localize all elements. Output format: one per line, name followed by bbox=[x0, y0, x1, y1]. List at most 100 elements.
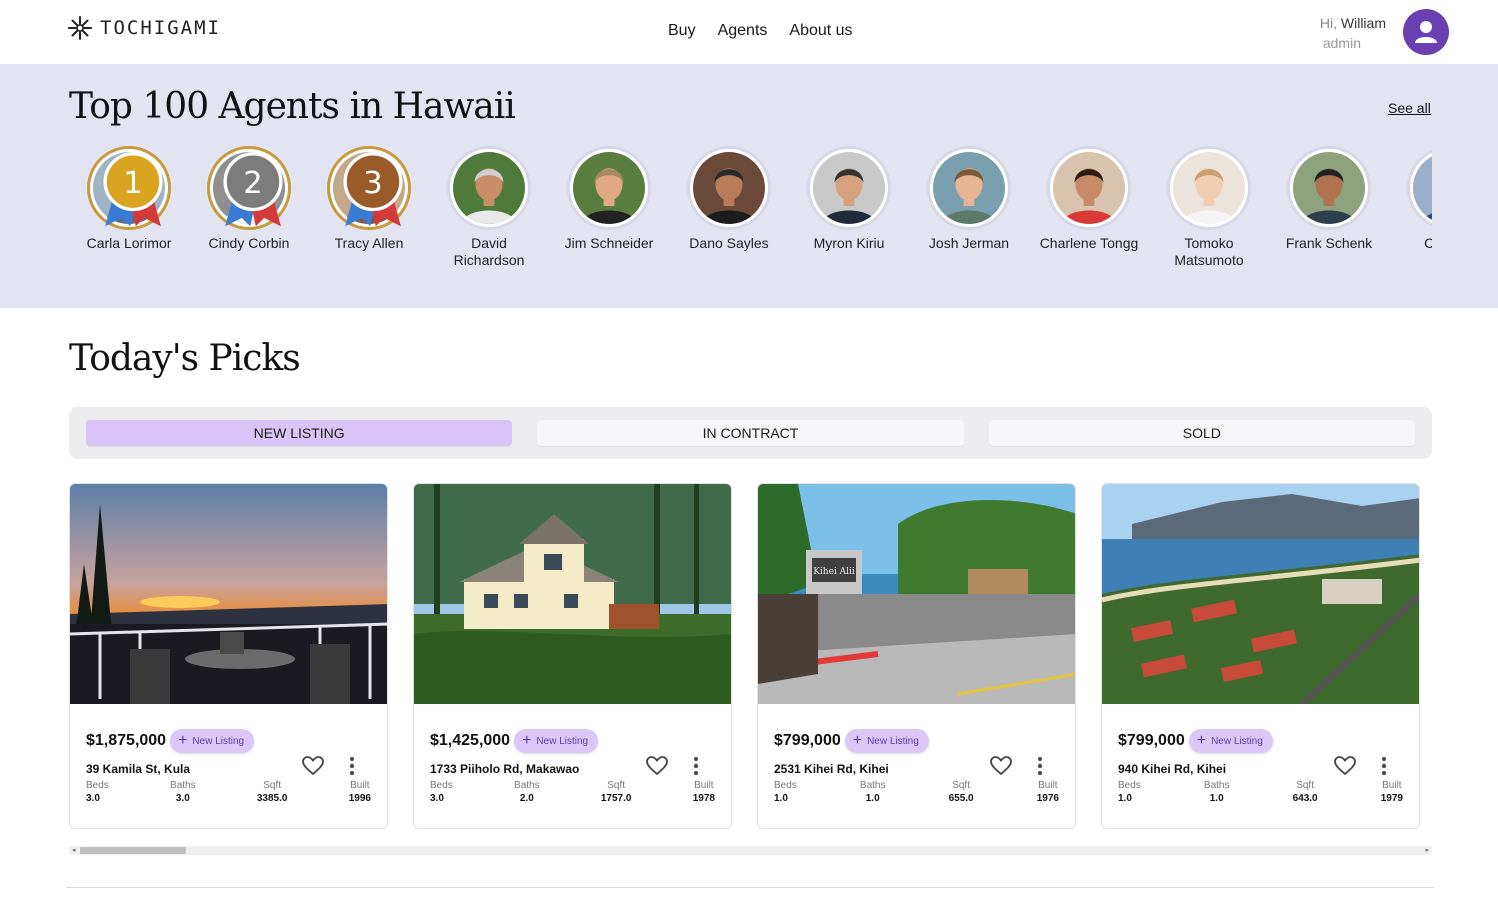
agent-photo bbox=[1287, 146, 1371, 230]
listing-photo[interactable] bbox=[414, 484, 732, 704]
listing-address: 940 Kihei Rd, Kihei bbox=[1118, 762, 1227, 776]
agent-portrait-icon bbox=[453, 152, 525, 224]
new-listing-badge: + New Listing bbox=[844, 729, 929, 753]
agent-photo bbox=[1047, 146, 1131, 230]
more-options-icon[interactable] bbox=[1033, 754, 1047, 778]
more-options-icon[interactable] bbox=[689, 754, 703, 778]
beds-stat: Beds 1.0 bbox=[1118, 780, 1141, 804]
listing-photo[interactable] bbox=[1102, 484, 1420, 704]
svg-text:Kihei Alii: Kihei Alii bbox=[813, 567, 855, 577]
tab-in-contract[interactable]: IN CONTRACT bbox=[537, 420, 964, 446]
agent-portrait-icon bbox=[1173, 152, 1245, 224]
agent-portrait-icon bbox=[933, 152, 1005, 224]
user-greeting: Hi, William bbox=[1319, 15, 1386, 31]
plus-icon: + bbox=[1196, 732, 1207, 749]
agent-card[interactable]: Tomoko Matsumoto bbox=[1149, 146, 1269, 276]
nav-about-us[interactable]: About us bbox=[789, 22, 852, 40]
agent-portrait-icon bbox=[693, 152, 765, 224]
user-avatar-button[interactable] bbox=[1403, 9, 1449, 55]
tab-new-listing[interactable]: NEW LISTING bbox=[86, 420, 513, 446]
built-stat: Built 1978 bbox=[692, 780, 715, 804]
built-stat: Built 1979 bbox=[1380, 780, 1403, 804]
listing-stats: Beds 3.0 Baths 2.0 Sqft 1757.0 Built 1978 bbox=[430, 780, 715, 804]
agent-name: Frank Schenk bbox=[1285, 235, 1373, 251]
see-all-link[interactable]: See all bbox=[1388, 100, 1431, 116]
more-options-icon[interactable] bbox=[345, 754, 359, 778]
listing-stats: Beds 3.0 Baths 3.0 Sqft 3385.0 Built 1996 bbox=[86, 780, 371, 804]
beds-stat: Beds 1.0 bbox=[774, 780, 797, 804]
horizontal-scrollbar[interactable]: ◂ ▸ bbox=[69, 846, 1432, 855]
listing-cards: $1,875,000 + New Listing 39 Kamila St, Ku… bbox=[69, 483, 1432, 829]
agent-photo: 2 bbox=[207, 146, 291, 230]
listing-card[interactable]: $1,425,000 + New Listing 1733 Piiholo Rd,… bbox=[413, 483, 732, 829]
agent-name: Tomoko Matsumoto bbox=[1174, 235, 1244, 268]
agent-portrait-icon bbox=[1413, 152, 1432, 224]
todays-picks-title: Today's Picks bbox=[69, 338, 301, 379]
svg-text:2: 2 bbox=[243, 166, 263, 201]
favorite-heart-icon[interactable] bbox=[301, 754, 325, 778]
agent-card[interactable]: Dano Sayles bbox=[669, 146, 789, 276]
scroll-right-arrow-icon[interactable]: ▸ bbox=[1425, 846, 1429, 855]
listing-card[interactable]: $1,875,000 + New Listing 39 Kamila St, Ku… bbox=[69, 483, 388, 829]
favorite-heart-icon[interactable] bbox=[989, 754, 1013, 778]
agent-card[interactable]: Ca Nich bbox=[1389, 146, 1432, 276]
agent-card[interactable]: Jim Schneider bbox=[549, 146, 669, 276]
agent-portrait-icon bbox=[1293, 152, 1365, 224]
sqft-stat: Sqft 655.0 bbox=[948, 780, 974, 804]
agent-card[interactable]: Myron Kiriu bbox=[789, 146, 909, 276]
plus-icon: + bbox=[852, 732, 863, 749]
favorite-heart-icon[interactable] bbox=[1333, 754, 1357, 778]
listing-price: $799,000 bbox=[1118, 732, 1185, 749]
listing-card[interactable]: $799,000 + New Listing 940 Kihei Rd, Kihe… bbox=[1101, 483, 1420, 829]
footer-divider bbox=[66, 887, 1434, 888]
agent-photo bbox=[1167, 146, 1251, 230]
agents-carousel[interactable]: 1 Carla Lorimor 2 Cindy Corbin 3 Tracy A… bbox=[69, 146, 1432, 276]
agent-name: David Richardson bbox=[453, 235, 525, 268]
tab-sold[interactable]: SOLD bbox=[988, 420, 1415, 446]
agent-card[interactable]: 2 Cindy Corbin bbox=[189, 146, 309, 276]
listing-photo[interactable]: Kihei Alii bbox=[758, 484, 1076, 704]
rank-medal-icon: 3 bbox=[343, 152, 403, 227]
agent-card[interactable]: Josh Jerman bbox=[909, 146, 1029, 276]
plus-icon: + bbox=[522, 732, 532, 749]
listing-address: 39 Kamila St, Kula bbox=[86, 762, 191, 776]
new-listing-badge: + New Listing bbox=[170, 729, 255, 753]
agent-card[interactable]: David Richardson bbox=[429, 146, 549, 276]
agent-card[interactable]: Frank Schenk bbox=[1269, 146, 1389, 276]
listing-price: $1,425,000 bbox=[430, 732, 511, 749]
agent-card[interactable]: 1 Carla Lorimor bbox=[69, 146, 189, 276]
agent-photo bbox=[687, 146, 771, 230]
brand-logo[interactable]: TOCHIGAMI bbox=[68, 16, 221, 40]
scroll-left-arrow-icon[interactable]: ◂ bbox=[72, 846, 76, 855]
agent-card[interactable]: Charlene Tongg bbox=[1029, 146, 1149, 276]
listing-stats: Beds 1.0 Baths 1.0 Sqft 655.0 Built 1976 bbox=[774, 780, 1059, 804]
agent-photo bbox=[567, 146, 651, 230]
plus-icon: + bbox=[178, 732, 188, 749]
agent-photo bbox=[1407, 146, 1432, 230]
listing-address: 1733 Piiholo Rd, Makawao bbox=[430, 762, 580, 776]
nav-buy[interactable]: Buy bbox=[668, 22, 696, 40]
agent-portrait-icon bbox=[573, 152, 645, 224]
top-agents-section: Top 100 Agents in Hawaii See all 1 Carla… bbox=[0, 64, 1498, 308]
brand-name: TOCHIGAMI bbox=[100, 17, 221, 39]
agent-photo bbox=[447, 146, 531, 230]
beds-stat: Beds 3.0 bbox=[430, 780, 453, 804]
baths-stat: Baths 1.0 bbox=[1203, 780, 1230, 804]
top-agents-title: Top 100 Agents in Hawaii bbox=[69, 86, 516, 127]
agent-name: Ca Nich bbox=[1424, 235, 1432, 251]
listing-stats: Beds 1.0 Baths 1.0 Sqft 643.0 Built 1979 bbox=[1118, 780, 1403, 804]
scrollbar-thumb[interactable] bbox=[80, 847, 186, 854]
agent-card[interactable]: 3 Tracy Allen bbox=[309, 146, 429, 276]
top-header: TOCHIGAMI Buy Agents About us Hi, Willia… bbox=[0, 0, 1498, 64]
favorite-heart-icon[interactable] bbox=[645, 754, 669, 778]
listing-photo[interactable] bbox=[70, 484, 388, 704]
svg-text:3: 3 bbox=[363, 166, 383, 201]
built-stat: Built 1996 bbox=[348, 780, 371, 804]
more-options-icon[interactable] bbox=[1377, 754, 1391, 778]
sqft-stat: Sqft 3385.0 bbox=[256, 780, 288, 804]
agent-name: Dano Sayles bbox=[689, 235, 769, 251]
baths-stat: Baths 1.0 bbox=[859, 780, 886, 804]
agent-name: Josh Jerman bbox=[928, 235, 1010, 251]
nav-agents[interactable]: Agents bbox=[718, 22, 768, 40]
listing-card[interactable]: Kihei Alii $799,000 + New Listing 2531 Ki… bbox=[757, 483, 1076, 829]
